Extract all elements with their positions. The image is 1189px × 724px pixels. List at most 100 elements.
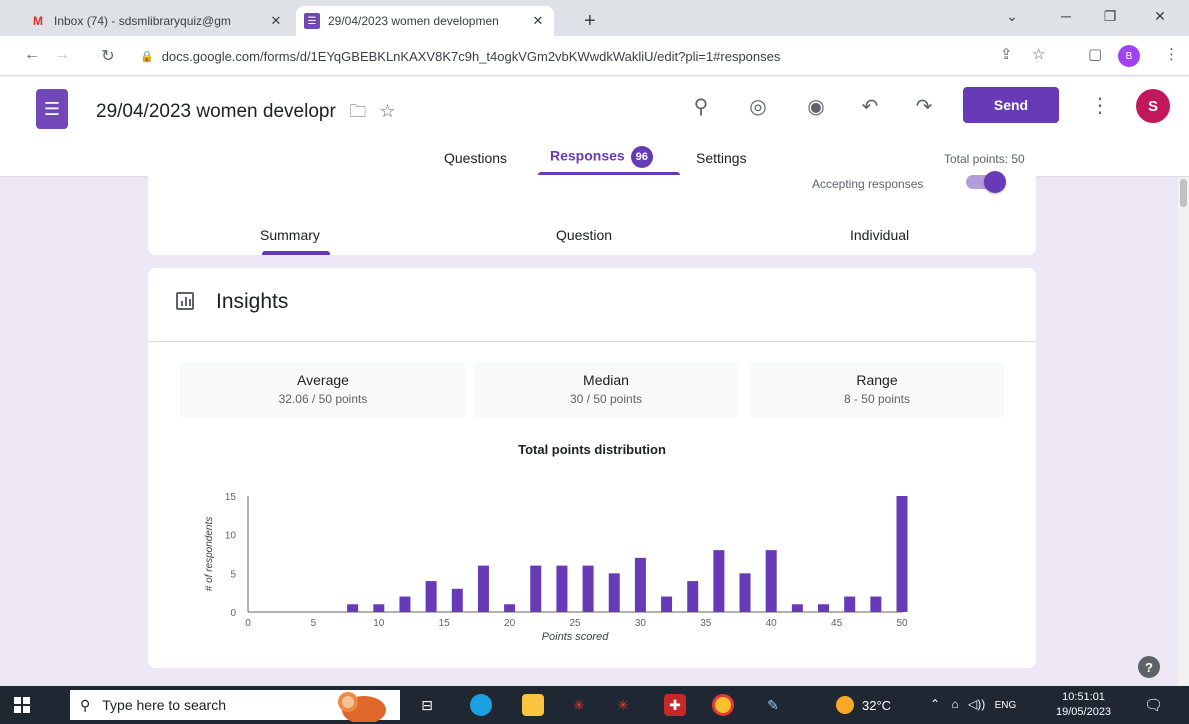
taskbar: ⚲ Type here to search ⊟ ✳ ✳ ✚ ✎ 32°C ⌃ ⌂… [0,686,1189,724]
responses-count-badge: 96 [630,146,653,168]
weather-widget[interactable]: 32°C [836,696,891,714]
tab-form[interactable]: ☰ 29/04/2023 women developmen ✕ [296,6,554,36]
total-points: Total points: 50 [944,152,1025,166]
browser-menu-icon[interactable]: ⋮ [1164,45,1179,63]
x-tick-label: 45 [831,618,843,629]
accepting-responses-toggle[interactable] [966,171,1006,193]
subtab-question[interactable]: Question [556,227,612,243]
scrollbar-thumb[interactable] [1180,179,1187,207]
file-explorer-icon[interactable] [522,694,544,716]
shield-icon[interactable]: ✚ [664,694,686,716]
tray-expand-icon[interactable]: ⌃ [930,697,940,711]
taskbar-clock[interactable]: 10:51:01 19/05/2023 [1056,690,1111,720]
weather-sun-icon [836,696,854,714]
bar-8 [347,604,359,612]
x-tick-label: 30 [635,618,647,629]
gmail-icon: M [33,14,43,28]
insights-header: Insights [148,268,1036,342]
help-icon[interactable]: ? [1138,656,1160,678]
y-axis-label: # of respondents [204,517,215,592]
restore-icon[interactable]: ❐ [1100,8,1120,25]
redo-icon[interactable]: ↷ [910,94,938,119]
x-axis-label: Points scored [542,631,610,643]
tab-title: Inbox (74) - sdsmlibraryquiz@gm [54,14,231,28]
language-indicator[interactable]: ENG [995,700,1017,711]
side-panel-icon[interactable]: ▢ [1088,45,1102,63]
app-icon-red-1[interactable]: ✳ [568,694,590,716]
window-close-icon[interactable]: ✕ [1150,8,1170,25]
accepting-responses-label: Accepting responses [812,177,924,191]
browser-tab-strip: M Inbox (74) - sdsmlibraryquiz@gm ✕ ☰ 29… [0,0,1189,36]
bookmark-star-icon[interactable]: ☆ [1032,45,1045,63]
responses-card: Accepting responses Summary Question Ind… [148,171,1036,255]
forms-logo-icon[interactable]: ☰ [36,89,68,129]
bar-30 [634,557,646,612]
app-icon-red-2[interactable]: ✳ [612,694,634,716]
bar-14 [425,581,437,612]
form-title[interactable]: 29/04/2023 women developr 🗀 ☆ [96,99,396,128]
bar-32 [661,596,673,612]
browser-profile-avatar[interactable]: B [1118,45,1140,67]
tab-questions[interactable]: Questions [444,150,507,166]
volume-icon[interactable]: ◁)) [968,697,985,711]
star-icon[interactable]: ☆ [379,101,395,121]
windows-start-icon[interactable] [14,697,30,713]
task-view-icon[interactable]: ⊟ [416,694,438,716]
edge-icon[interactable] [470,694,492,716]
y-tick-label: 0 [230,608,236,619]
bar-28 [608,573,620,612]
x-tick-label: 15 [439,618,451,629]
addon-icon[interactable]: ⚲ [687,94,715,119]
share-icon[interactable]: ⇪ [1000,45,1013,63]
system-tray[interactable]: ⌃ ⌂ ◁)) ENG [930,697,1016,711]
back-icon[interactable]: ← [22,46,42,64]
reload-icon[interactable]: ↻ [98,46,118,66]
paint-icon[interactable]: ✎ [762,694,784,716]
account-avatar[interactable]: S [1136,89,1170,123]
x-tick-label: 50 [896,618,908,629]
x-tick-label: 20 [504,618,516,629]
toggle-knob [984,171,1006,193]
tab-responses-label: Responses [550,147,625,164]
bar-48 [870,596,882,612]
new-tab-button[interactable]: + [584,10,596,33]
bar-22 [530,565,542,612]
bar-40 [765,550,777,612]
tab-inbox[interactable]: M Inbox (74) - sdsmlibraryquiz@gm ✕ [22,6,292,36]
preview-eye-icon[interactable]: ◉ [802,94,830,119]
minimize-icon[interactable]: ─ [1056,8,1076,24]
tab-settings[interactable]: Settings [696,150,747,166]
bar-26 [582,565,594,612]
close-icon[interactable]: ✕ [530,13,546,29]
insights-title: Insights [216,290,289,313]
chrome-icon[interactable] [712,694,734,716]
network-icon[interactable]: ⌂ [951,697,958,711]
subtab-summary[interactable]: Summary [260,227,320,243]
subtab-indicator [262,251,330,255]
bar-20 [504,604,516,612]
close-icon[interactable]: ✕ [268,13,284,29]
page-scrollbar[interactable] [1178,177,1189,685]
clock-date: 19/05/2023 [1056,706,1112,718]
bar-44 [818,604,830,612]
orangutan-image [338,692,386,722]
tab-responses[interactable]: Responses 96 [550,146,653,168]
url-field[interactable]: 🔒 docs.google.com/forms/d/1EYqGBEBKLnKAX… [140,42,980,70]
forward-icon[interactable]: → [52,46,72,64]
insights-chart-icon [176,292,194,310]
bar-42 [791,604,803,612]
stat-label: Average [297,372,349,388]
x-tick-label: 35 [700,618,712,629]
subtab-individual[interactable]: Individual [850,227,909,243]
bar-24 [556,565,568,612]
folder-icon[interactable]: 🗀 [349,102,366,121]
notifications-icon[interactable]: 🗨 [1144,696,1163,714]
bar-50 [896,496,908,612]
undo-icon[interactable]: ↶ [856,94,884,119]
tab-search-icon[interactable]: ⌄ [1002,8,1022,25]
send-button[interactable]: Send [963,87,1059,123]
more-options-icon[interactable]: ⋮ [1090,93,1110,118]
y-tick-label: 10 [225,531,237,542]
palette-icon[interactable]: ◎ [744,94,772,119]
forms-header: ☰ 29/04/2023 women developr 🗀 ☆ ⚲ ◎ ◉ ↶ … [0,77,1189,177]
